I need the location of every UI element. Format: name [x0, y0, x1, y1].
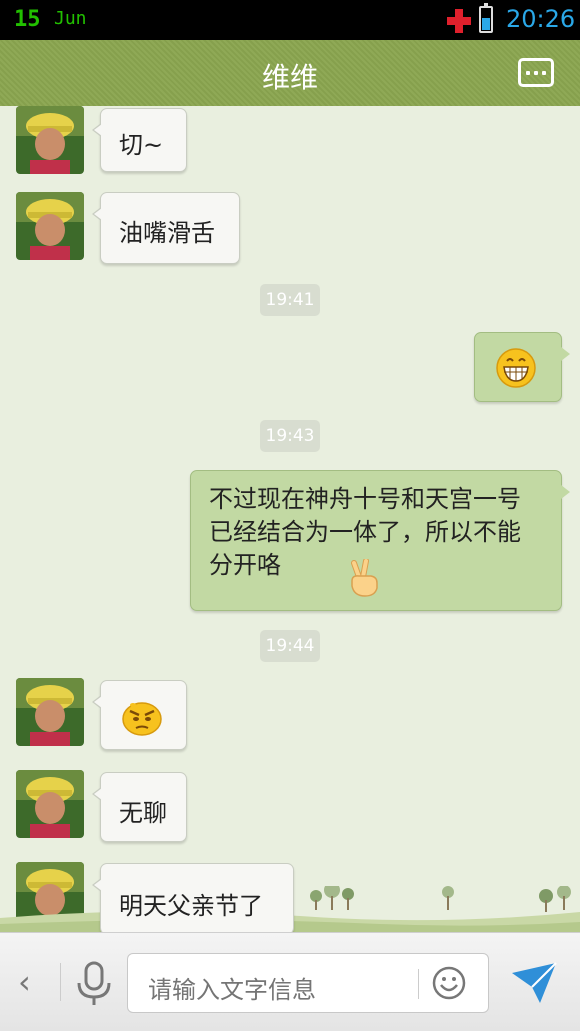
message-text: 无聊	[119, 799, 167, 827]
message-bubble[interactable]	[474, 332, 570, 402]
more-dots-icon	[526, 70, 530, 75]
message-bubble[interactable]	[92, 680, 187, 750]
contact-avatar[interactable]	[16, 106, 84, 174]
medical-cross-icon	[447, 9, 471, 33]
chat-header: 维维	[0, 40, 580, 106]
message-bubble[interactable]: 切~	[92, 108, 187, 172]
message-text: 油嘴滑舌	[119, 219, 215, 247]
message-bubble[interactable]: 油嘴滑舌	[92, 192, 240, 264]
grin-emoji-icon	[496, 348, 536, 388]
chevron-left-icon[interactable]: ‹	[18, 963, 31, 1001]
more-options-button[interactable]	[518, 58, 554, 87]
status-bar: 15 Jun 20:26	[0, 0, 580, 40]
microphone-icon[interactable]	[74, 961, 114, 1007]
timestamp: 19:41	[260, 284, 320, 316]
message-bubble[interactable]: 无聊	[92, 772, 187, 842]
timestamp: 19:44	[260, 630, 320, 662]
input-bar: ‹	[0, 932, 580, 1031]
message-bubble[interactable]: 不过现在神舟十号和天宫一号已经结合为一体了，所以不能分开咯	[190, 470, 570, 611]
send-icon[interactable]	[510, 961, 558, 1005]
status-day: 15	[14, 7, 41, 32]
emoji-icon[interactable]	[432, 966, 466, 1000]
message-text: 切~	[119, 131, 164, 159]
angry-face-icon	[122, 702, 162, 736]
battery-icon	[479, 3, 493, 33]
victory-hand-icon	[351, 559, 378, 597]
contact-name: 维维	[261, 61, 318, 94]
message-list[interactable]: 切~ 油嘴滑舌 19:41 19:43 不过现在神舟十号和天宫一号已经结合为一体…	[0, 106, 580, 932]
timestamp: 19:43	[260, 420, 320, 452]
contact-avatar[interactable]	[16, 192, 84, 260]
contact-avatar[interactable]	[16, 770, 84, 838]
status-month: Jun	[54, 8, 87, 29]
status-time: 20:26	[506, 5, 576, 33]
message-text: 明天父亲节了	[119, 892, 263, 920]
message-bubble[interactable]: 明天父亲节了	[92, 863, 294, 932]
contact-avatar[interactable]	[16, 678, 84, 746]
